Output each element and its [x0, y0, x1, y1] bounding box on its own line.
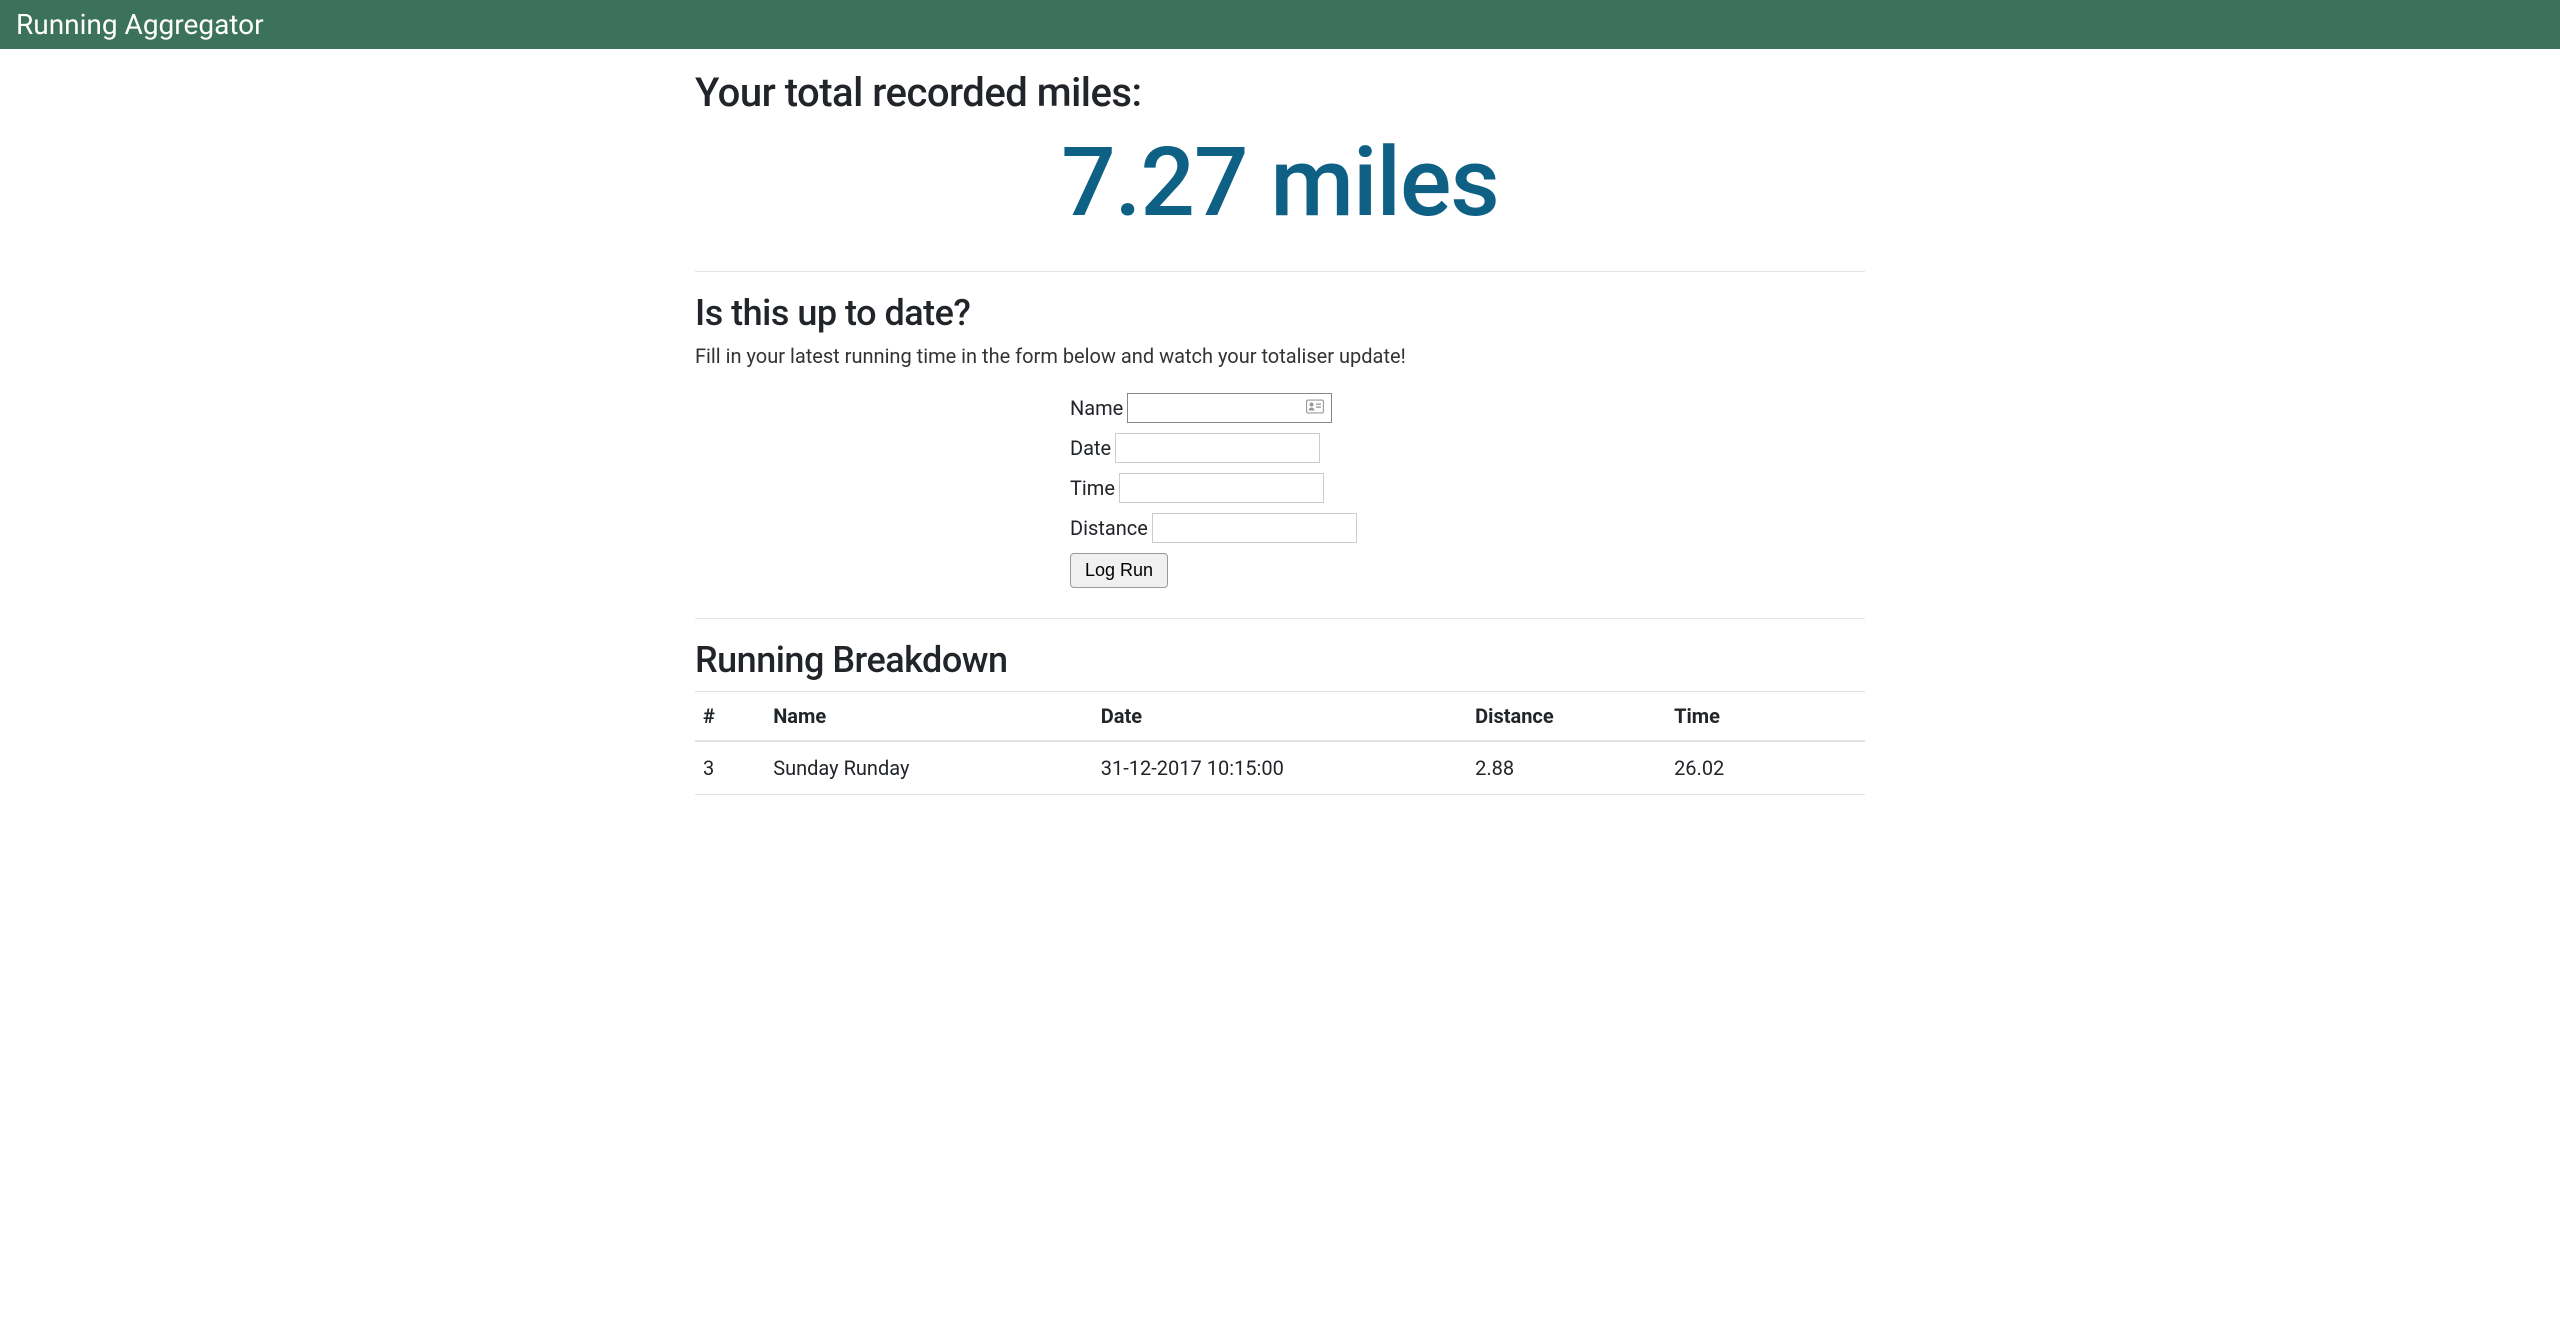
form-row-time: Time: [1070, 473, 1490, 503]
log-run-button[interactable]: Log Run: [1070, 553, 1168, 588]
time-input[interactable]: [1119, 473, 1324, 503]
form-row-submit: Log Run: [1070, 553, 1490, 588]
cell-name: Sunday Runday: [765, 741, 1093, 795]
log-run-form: Name Date Time Distance Log Run: [1070, 393, 1490, 588]
date-label: Date: [1070, 436, 1111, 460]
col-date: Date: [1093, 692, 1467, 742]
divider: [695, 618, 1865, 619]
col-index: #: [695, 692, 765, 742]
date-input[interactable]: [1115, 433, 1320, 463]
update-heading: Is this up to date?: [695, 292, 1865, 334]
table-header-row: # Name Date Distance Time: [695, 692, 1865, 742]
breakdown-table: # Name Date Distance Time 3 Sunday Runda…: [695, 691, 1865, 795]
total-miles-heading: Your total recorded miles:: [695, 69, 1865, 116]
main-container: Your total recorded miles: 7.27 miles Is…: [680, 69, 1880, 795]
distance-label: Distance: [1070, 516, 1148, 540]
navbar-brand: Running Aggregator: [16, 8, 264, 41]
cell-index: 3: [695, 741, 765, 795]
name-input[interactable]: [1127, 393, 1332, 423]
col-name: Name: [765, 692, 1093, 742]
distance-input[interactable]: [1152, 513, 1357, 543]
divider: [695, 271, 1865, 272]
cell-distance: 2.88: [1467, 741, 1666, 795]
form-row-name: Name: [1070, 393, 1490, 423]
form-row-distance: Distance: [1070, 513, 1490, 543]
update-lead-text: Fill in your latest running time in the …: [695, 344, 1865, 368]
name-label: Name: [1070, 396, 1123, 420]
total-miles-value: 7.27 miles: [695, 126, 1865, 241]
breakdown-heading: Running Breakdown: [695, 639, 1865, 681]
cell-date: 31-12-2017 10:15:00: [1093, 741, 1467, 795]
navbar: Running Aggregator: [0, 0, 2560, 49]
form-row-date: Date: [1070, 433, 1490, 463]
table-row: 3 Sunday Runday 31-12-2017 10:15:00 2.88…: [695, 741, 1865, 795]
time-label: Time: [1070, 476, 1115, 500]
col-time: Time: [1666, 692, 1865, 742]
cell-time: 26.02: [1666, 741, 1865, 795]
col-distance: Distance: [1467, 692, 1666, 742]
